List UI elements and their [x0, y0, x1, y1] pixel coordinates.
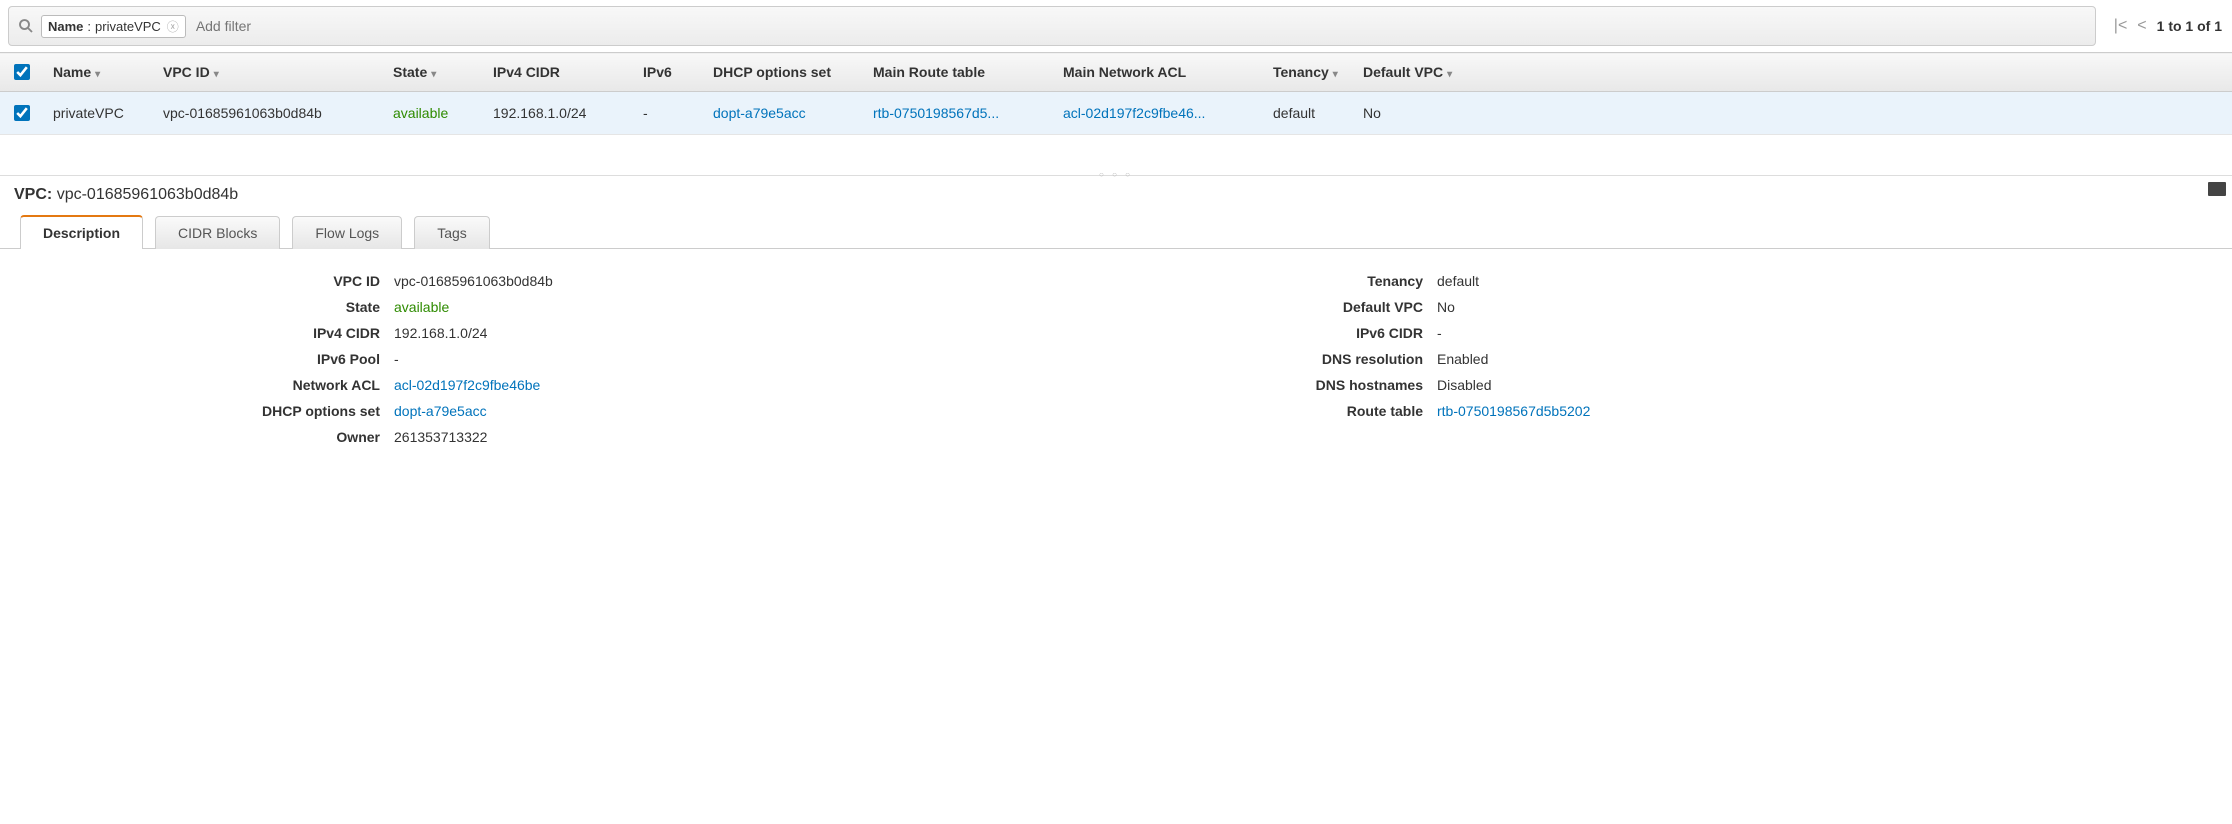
sort-caret-icon: ▾ [214, 69, 219, 80]
col-tenancy[interactable]: Tenancy▾ [1263, 53, 1353, 92]
tab-cidr-blocks[interactable]: CIDR Blocks [155, 216, 280, 249]
value-dns-resolution: Enabled [1437, 351, 2152, 367]
col-main-rt[interactable]: Main Route table [863, 53, 1053, 92]
filter-chip-label: Name [48, 19, 83, 34]
detail-pane-splitter[interactable]: ○ ○ ○ [0, 175, 2232, 176]
label-dns-resolution: DNS resolution [1123, 351, 1423, 367]
filter-bar[interactable]: Name : privateVPC ⓧ [8, 6, 2096, 46]
value-vpc-id: vpc-01685961063b0d84b [394, 273, 1109, 289]
search-icon [17, 17, 35, 35]
col-default-vpc[interactable]: Default VPC▾ [1353, 53, 2232, 92]
cell-name: privateVPC [43, 92, 153, 135]
cell-state: available [383, 92, 483, 135]
value-dhcp-options-link[interactable]: dopt-a79e5acc [394, 403, 1109, 419]
value-owner: 261353713322 [394, 429, 1109, 445]
label-ipv6-pool: IPv6 Pool [80, 351, 380, 367]
value-route-table-link[interactable]: rtb-0750198567d5b5202 [1437, 403, 2152, 419]
value-dns-hostnames: Disabled [1437, 377, 2152, 393]
col-ipv6[interactable]: IPv6 [633, 53, 703, 92]
cell-ipv6: - [633, 92, 703, 135]
table-header-row: Name▾ VPC ID▾ State▾ IPv4 CIDR IPv6 DHCP… [0, 53, 2232, 92]
select-all-checkbox[interactable] [14, 64, 30, 80]
table-row[interactable]: privateVPC vpc-01685961063b0d84b availab… [0, 92, 2232, 135]
tab-tags[interactable]: Tags [414, 216, 490, 249]
col-name[interactable]: Name▾ [43, 53, 153, 92]
tab-description[interactable]: Description [20, 215, 143, 249]
cell-dhcp-link[interactable]: dopt-a79e5acc [703, 92, 863, 135]
label-dhcp-options: DHCP options set [80, 403, 380, 419]
col-dhcp[interactable]: DHCP options set [703, 53, 863, 92]
value-network-acl-link[interactable]: acl-02d197f2c9fbe46be [394, 377, 1109, 393]
filter-chip-value: privateVPC [95, 19, 161, 34]
cell-vpc-id: vpc-01685961063b0d84b [153, 92, 383, 135]
col-vpc-id[interactable]: VPC ID▾ [153, 53, 383, 92]
detail-title: VPC: vpc-01685961063b0d84b [0, 176, 2232, 214]
value-ipv6-cidr: - [1437, 325, 2152, 341]
col-main-acl[interactable]: Main Network ACL [1053, 53, 1263, 92]
row-checkbox[interactable] [14, 105, 30, 121]
detail-title-prefix: VPC: [14, 186, 52, 203]
label-ipv6-cidr: IPv6 CIDR [1123, 325, 1423, 341]
cell-tenancy: default [1263, 92, 1353, 135]
label-tenancy: Tenancy [1123, 273, 1423, 289]
filter-chip-name[interactable]: Name : privateVPC ⓧ [41, 15, 186, 38]
pager: |< < 1 to 1 of 1 [2104, 17, 2232, 35]
value-ipv6-pool: - [394, 351, 1109, 367]
col-state[interactable]: State▾ [383, 53, 483, 92]
collapse-detail-icon[interactable] [2208, 182, 2226, 196]
filter-chip-remove-icon[interactable]: ⓧ [167, 18, 179, 35]
cell-ipv4: 192.168.1.0/24 [483, 92, 633, 135]
detail-title-id: vpc-01685961063b0d84b [57, 186, 239, 203]
label-default-vpc: Default VPC [1123, 299, 1423, 315]
description-panel: VPC ID vpc-01685961063b0d84b Tenancy def… [0, 249, 2232, 469]
value-state: available [394, 299, 1109, 315]
page-first-icon[interactable]: |< [2114, 17, 2128, 35]
sort-caret-icon: ▾ [95, 69, 100, 80]
cell-default-vpc: No [1353, 92, 2232, 135]
splitter-handle-icon[interactable]: ○ ○ ○ [1099, 170, 1133, 179]
label-dns-hostnames: DNS hostnames [1123, 377, 1423, 393]
vpc-table: Name▾ VPC ID▾ State▾ IPv4 CIDR IPv6 DHCP… [0, 52, 2232, 135]
page-prev-icon[interactable]: < [2137, 17, 2146, 35]
value-ipv4-cidr: 192.168.1.0/24 [394, 325, 1109, 341]
label-vpc-id: VPC ID [80, 273, 380, 289]
label-ipv4-cidr: IPv4 CIDR [80, 325, 380, 341]
value-tenancy: default [1437, 273, 2152, 289]
page-count: 1 to 1 of 1 [2157, 18, 2222, 34]
add-filter-input[interactable] [194, 12, 2089, 40]
value-default-vpc: No [1437, 299, 2152, 315]
label-owner: Owner [80, 429, 380, 445]
label-state: State [80, 299, 380, 315]
cell-main-rt-link[interactable]: rtb-0750198567d5... [863, 92, 1053, 135]
sort-caret-icon: ▾ [1333, 69, 1338, 80]
detail-tabs: Description CIDR Blocks Flow Logs Tags [0, 214, 2232, 249]
label-network-acl: Network ACL [80, 377, 380, 393]
sort-caret-icon: ▾ [431, 69, 436, 80]
label-route-table: Route table [1123, 403, 1423, 419]
sort-caret-icon: ▾ [1447, 69, 1452, 80]
filter-chip-separator: : [87, 19, 91, 34]
col-ipv4[interactable]: IPv4 CIDR [483, 53, 633, 92]
cell-main-acl-link[interactable]: acl-02d197f2c9fbe46... [1053, 92, 1263, 135]
tab-flow-logs[interactable]: Flow Logs [292, 216, 402, 249]
